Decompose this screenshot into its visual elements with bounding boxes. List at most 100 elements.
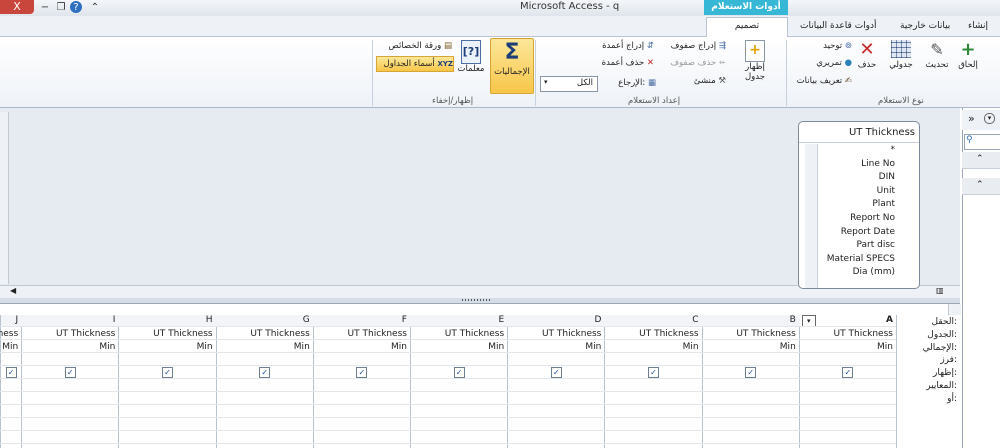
grid-total-cell[interactable]: Min bbox=[780, 342, 796, 352]
nav-expand-icon[interactable]: » bbox=[968, 112, 975, 125]
minimize-button[interactable]: − bbox=[38, 1, 52, 14]
grid-total-cell[interactable]: Min bbox=[2, 342, 18, 352]
grid-column[interactable]: D UT Thickness Min ✓ bbox=[507, 315, 606, 448]
return-dropdown[interactable]: ▾ الكل bbox=[540, 76, 598, 92]
show-checkbox[interactable]: ✓ bbox=[550, 367, 562, 378]
grid-column[interactable]: F UT Thickness Min ✓ bbox=[312, 315, 411, 448]
show-checkbox[interactable]: ✓ bbox=[453, 367, 465, 378]
tab-create[interactable]: إنشاء bbox=[962, 18, 994, 35]
grid-column[interactable]: G UT Thickness Min ✓ bbox=[215, 315, 314, 448]
collapse-icon[interactable]: ⌃ bbox=[976, 154, 984, 164]
passthrough-button[interactable]: تمريري ● bbox=[800, 58, 852, 68]
delete-rows-button[interactable]: حذف صفوف ⇷ bbox=[660, 58, 726, 68]
grid-total-cell[interactable]: Min bbox=[391, 342, 407, 352]
grid-column[interactable]: I UT Thickness Min ✓ bbox=[21, 315, 120, 448]
grid-table-cell[interactable]: hickness bbox=[0, 329, 18, 339]
tab-database-tools[interactable]: أدوات قاعدة البيانات bbox=[794, 18, 883, 35]
grid-total-cell[interactable]: Min bbox=[197, 342, 213, 352]
collapse-icon[interactable]: ⌃ bbox=[976, 180, 984, 190]
totals-label: الإجماليات bbox=[494, 67, 530, 77]
grid-total-cell[interactable]: Min bbox=[877, 342, 893, 352]
grid-column[interactable]: C UT Thickness Min ✓ bbox=[604, 315, 703, 448]
insert-columns-button[interactable]: إدراج أعمدة ⇵ bbox=[580, 41, 654, 51]
splitter-grip[interactable] bbox=[462, 299, 492, 301]
field-list-item[interactable]: Report No bbox=[850, 213, 895, 223]
field-list-item[interactable]: Line No bbox=[861, 159, 895, 169]
update-button[interactable]: ✎ تحديث bbox=[920, 40, 954, 70]
grid-total-cell[interactable]: Min bbox=[585, 342, 601, 352]
field-list-scrollbar[interactable] bbox=[805, 144, 818, 288]
totals-button[interactable]: Σ الإجماليات bbox=[490, 38, 534, 94]
grid-column[interactable]: A ▾ UT Thickness Min ✓ bbox=[798, 315, 897, 448]
delete-button[interactable]: ✕ حذف bbox=[852, 40, 882, 71]
grid-table-cell[interactable]: UT Thickness bbox=[153, 329, 212, 339]
tab-design[interactable]: تصميم bbox=[706, 17, 788, 37]
grid-row-line bbox=[0, 365, 896, 366]
field-list-item[interactable]: Part disc bbox=[857, 240, 895, 250]
show-checkbox[interactable]: ✓ bbox=[745, 367, 757, 378]
field-list-ut-thickness[interactable]: UT Thickness * Line No DIN Unit Plant Report … bbox=[798, 121, 920, 289]
crosstab-button[interactable]: جدولي bbox=[884, 40, 918, 70]
field-list-item[interactable]: Material SPECS bbox=[827, 254, 895, 264]
field-list-item[interactable]: Dia (mm) bbox=[853, 267, 895, 277]
nav-section-header[interactable]: ⌃ bbox=[962, 178, 1000, 195]
show-checkbox[interactable]: ✓ bbox=[647, 367, 659, 378]
nav-search-input[interactable]: ⚲ bbox=[964, 134, 1000, 150]
field-list-item[interactable]: DIN bbox=[879, 172, 895, 182]
grid-table-cell[interactable]: UT Thickness bbox=[834, 329, 893, 339]
grid-column[interactable]: H UT Thickness Min ✓ bbox=[118, 315, 217, 448]
field-list-item[interactable]: * bbox=[891, 145, 896, 155]
nav-section-header[interactable]: ⌃ bbox=[962, 152, 1000, 169]
show-checkbox[interactable]: ✓ bbox=[161, 367, 173, 378]
scroll-right-icon[interactable]: ▥ bbox=[936, 286, 944, 295]
show-checkbox[interactable]: ✓ bbox=[5, 367, 17, 378]
grid-table-cell[interactable]: UT Thickness bbox=[348, 329, 407, 339]
title-bar bbox=[0, 0, 1000, 17]
grid-total-cell[interactable]: Min bbox=[488, 342, 504, 352]
show-checkbox[interactable]: ✓ bbox=[64, 367, 76, 378]
vertical-scrollbar[interactable] bbox=[0, 112, 9, 284]
field-list-item[interactable]: Unit bbox=[877, 186, 895, 196]
data-definition-button[interactable]: تعريف بيانات ✍ bbox=[790, 76, 852, 86]
crosstab-label: جدولي bbox=[889, 60, 913, 70]
delete-columns-button[interactable]: حذف أعمدة ✕ bbox=[580, 58, 654, 68]
grid-total-cell[interactable]: Min bbox=[99, 342, 115, 352]
table-names-label: أسماء الجداول bbox=[383, 59, 435, 69]
property-sheet-button[interactable]: ورقة الخصائص ▤ bbox=[378, 41, 452, 51]
table-names-icon: XYZ bbox=[437, 60, 453, 68]
field-list-item[interactable]: Report Date bbox=[841, 227, 895, 237]
show-checkbox[interactable]: ✓ bbox=[842, 367, 854, 378]
grid-column[interactable]: E UT Thickness Min ✓ bbox=[410, 315, 509, 448]
grid-column[interactable]: JhicknessMin✓ bbox=[0, 315, 23, 448]
grid-row-label: الحقل: bbox=[931, 317, 957, 327]
close-button[interactable]: X bbox=[0, 0, 34, 14]
grid-table-cell[interactable]: UT Thickness bbox=[445, 329, 504, 339]
grid-table-cell[interactable]: UT Thickness bbox=[542, 329, 601, 339]
append-button[interactable]: + إلحاق bbox=[956, 40, 980, 71]
parameters-button[interactable]: [?] معلمات bbox=[454, 40, 488, 74]
tab-external-data[interactable]: بيانات خارجية bbox=[894, 18, 956, 35]
chevron-down-icon: ▾ bbox=[544, 78, 548, 86]
insert-rows-button[interactable]: إدراج صفوف ⇶ bbox=[660, 41, 726, 51]
field-list-item[interactable]: Plant bbox=[872, 199, 895, 209]
grid-column[interactable]: B UT Thickness Min ✓ bbox=[701, 315, 800, 448]
restore-button[interactable]: ❐ bbox=[54, 1, 68, 14]
grid-table-cell[interactable]: UT Thickness bbox=[56, 329, 115, 339]
union-button[interactable]: توحيد ⊚ bbox=[806, 41, 852, 51]
grid-table-cell[interactable]: UT Thickness bbox=[250, 329, 309, 339]
show-checkbox[interactable]: ✓ bbox=[356, 367, 368, 378]
nav-menu-icon[interactable]: ▾ bbox=[984, 113, 995, 124]
table-names-button[interactable]: أسماء الجداول XYZ bbox=[376, 56, 454, 72]
grid-total-cell[interactable]: Min bbox=[683, 342, 699, 352]
help-icon[interactable]: ? bbox=[70, 1, 82, 13]
scroll-left-icon[interactable]: ◀ bbox=[10, 286, 16, 295]
grid-table-cell[interactable]: UT Thickness bbox=[639, 329, 698, 339]
return-value: الكل bbox=[576, 78, 593, 88]
show-table-button[interactable]: + إظهار جدول bbox=[738, 40, 772, 82]
show-checkbox[interactable]: ✓ bbox=[259, 367, 271, 378]
builder-wand-icon: ⚒ bbox=[718, 76, 726, 86]
ribbon-collapse-icon[interactable]: ⌃ bbox=[88, 1, 102, 14]
grid-total-cell[interactable]: Min bbox=[294, 342, 310, 352]
builder-button[interactable]: منشئ ⚒ bbox=[672, 76, 726, 86]
grid-table-cell[interactable]: UT Thickness bbox=[736, 329, 795, 339]
